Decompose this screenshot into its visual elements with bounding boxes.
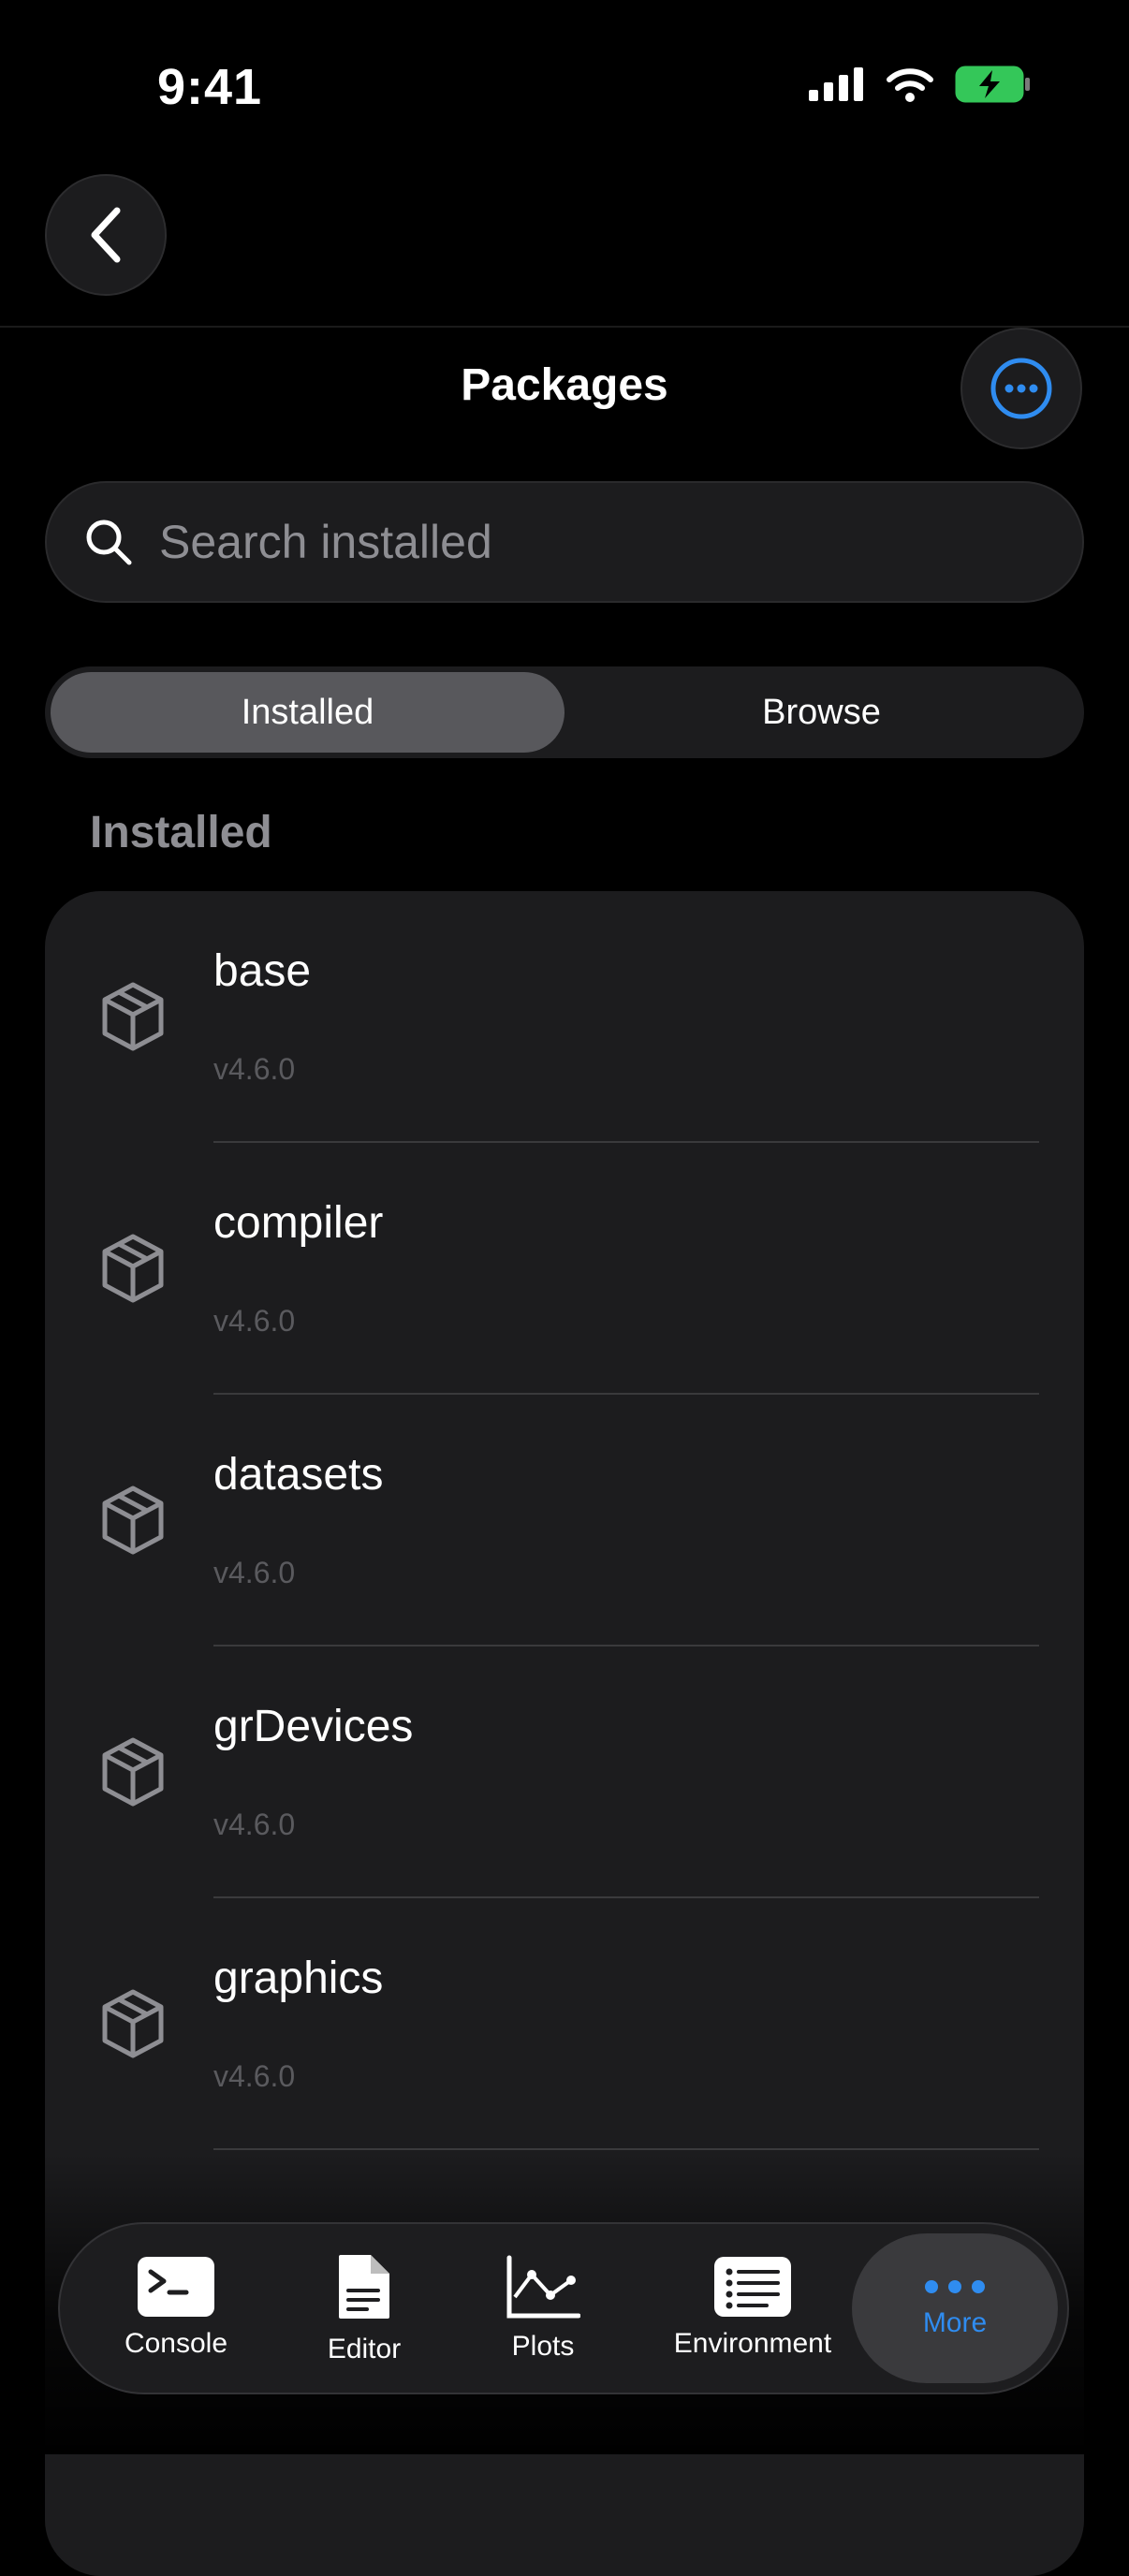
package-version: v4.6.0 [213,1304,296,1338]
package-version: v4.6.0 [213,2059,296,2093]
ellipsis-icon [925,2280,985,2293]
package-name: compiler [213,1198,384,1248]
search-icon [84,518,133,566]
more-options-button[interactable] [960,328,1082,449]
status-time: 9:41 [157,59,263,115]
package-row[interactable]: datasets v4.6.0 [45,1395,1084,1647]
search-bar[interactable] [45,481,1084,603]
status-icons [809,66,1032,103]
cellular-signal-icon [809,67,863,101]
package-box-icon [102,982,164,1051]
section-header: Installed [90,808,272,857]
package-version: v4.6.0 [213,1556,296,1589]
ellipsis-circle-icon [990,358,1052,419]
terminal-icon [138,2257,214,2317]
tab-environment[interactable]: Environment [637,2224,869,2393]
package-box-icon [102,1737,164,1807]
package-version: v4.6.0 [213,1052,296,1086]
tab-label: Editor [327,2334,402,2364]
line-chart-icon [506,2255,580,2319]
tab-label: More [922,2307,988,2338]
search-input[interactable] [157,514,1004,570]
package-row[interactable]: grDevices v4.6.0 [45,1647,1084,1898]
tab-more[interactable]: More [852,2233,1058,2383]
battery-charging-icon [955,66,1030,103]
tab-label: Environment [673,2328,832,2359]
package-box-icon [102,1234,164,1303]
package-name: datasets [213,1450,384,1500]
tab-editor[interactable]: Editor [279,2224,449,2393]
tab-label: Plots [511,2331,575,2362]
row-divider [213,2148,1039,2150]
chevron-left-icon [91,207,121,263]
package-box-icon [102,1486,164,1555]
segment-installed[interactable]: Installed [51,672,564,753]
tab-label: Console [124,2328,228,2359]
package-row[interactable]: compiler v4.6.0 [45,1143,1084,1395]
document-icon [339,2255,389,2319]
tab-bar: Console Editor Plots Environment More [58,2222,1069,2394]
segment-browse[interactable]: Browse [564,672,1078,753]
wifi-icon [887,68,933,102]
package-box-icon [102,1989,164,2058]
package-row[interactable]: base v4.6.0 [45,891,1084,1143]
package-name: graphics [213,1954,384,2003]
segmented-control: Installed Browse [45,666,1084,758]
list-icon [714,2257,791,2317]
tab-console[interactable]: Console [73,2224,279,2393]
package-name: grDevices [213,1702,414,1751]
package-version: v4.6.0 [213,1808,296,1841]
package-name: base [213,946,312,996]
tab-plots[interactable]: Plots [449,2224,637,2393]
nav-divider [0,326,1129,328]
package-row[interactable]: graphics v4.6.0 [45,1898,1084,2150]
back-button[interactable] [45,174,167,296]
